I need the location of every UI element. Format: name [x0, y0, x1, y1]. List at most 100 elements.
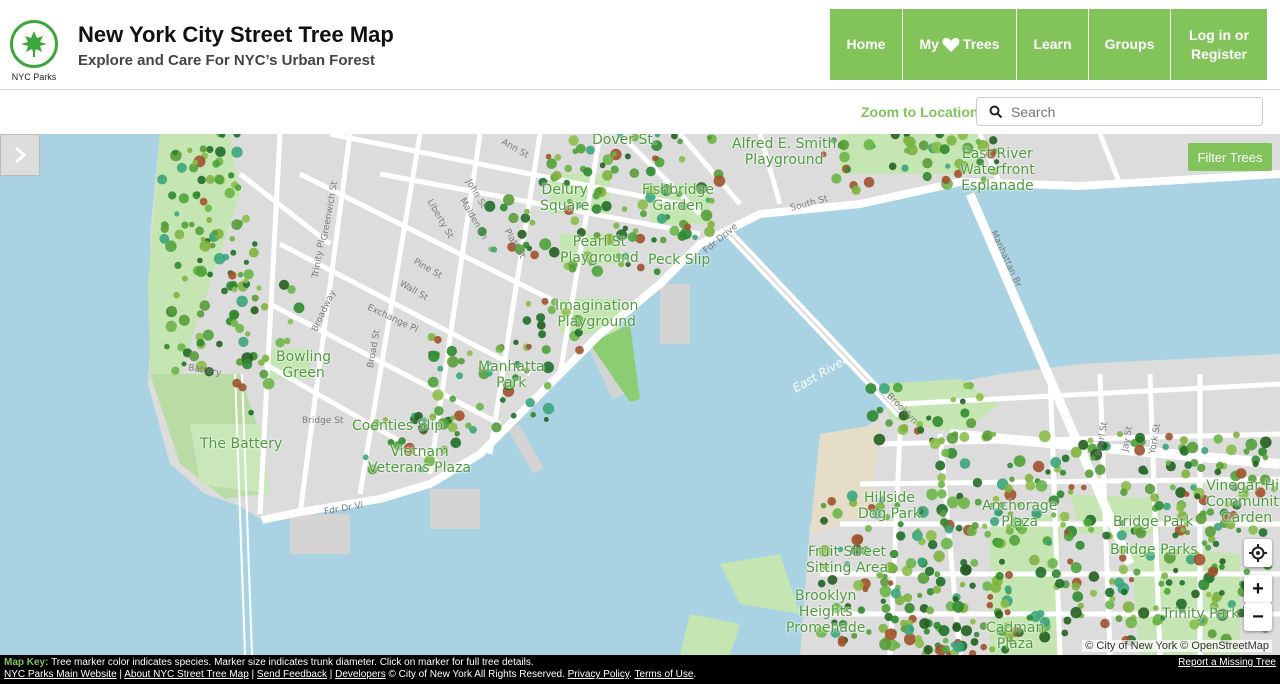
tree-marker[interactable]: [228, 271, 237, 280]
tree-marker[interactable]: [959, 581, 966, 588]
tree-marker[interactable]: [1004, 609, 1011, 616]
tree-marker[interactable]: [1059, 469, 1067, 476]
tree-marker[interactable]: [1163, 587, 1171, 595]
tree-marker[interactable]: [940, 537, 953, 550]
tree-marker[interactable]: [1061, 629, 1069, 637]
tree-marker[interactable]: [1080, 484, 1087, 491]
tree-marker[interactable]: [937, 489, 947, 499]
tree-marker[interactable]: [827, 575, 838, 585]
tree-marker[interactable]: [1212, 540, 1220, 548]
tree-marker[interactable]: [946, 432, 959, 444]
tree-marker[interactable]: [165, 320, 177, 332]
tree-marker[interactable]: [659, 236, 667, 244]
tree-marker[interactable]: [159, 233, 170, 244]
tree-marker[interactable]: [181, 221, 189, 229]
tree-marker[interactable]: [525, 398, 535, 408]
tree-marker[interactable]: [204, 204, 212, 212]
tree-marker[interactable]: [933, 550, 945, 562]
tree-marker[interactable]: [958, 497, 970, 509]
tree-marker[interactable]: [1213, 434, 1223, 444]
nav-learn-button[interactable]: Learn: [1017, 9, 1089, 80]
tree-marker[interactable]: [984, 530, 992, 538]
tree-marker[interactable]: [831, 173, 842, 184]
tree-marker[interactable]: [157, 174, 168, 185]
tree-marker[interactable]: [919, 618, 930, 629]
tree-marker[interactable]: [1262, 454, 1269, 461]
tree-marker[interactable]: [1201, 540, 1208, 546]
tree-marker[interactable]: [995, 571, 1004, 581]
tree-marker[interactable]: [692, 234, 698, 241]
tree-marker[interactable]: [181, 361, 187, 367]
tree-marker[interactable]: [845, 167, 851, 173]
tree-marker[interactable]: [1024, 473, 1034, 483]
tree-marker[interactable]: [651, 237, 657, 243]
tree-marker[interactable]: [1195, 513, 1207, 525]
footer-link-terms[interactable]: Terms of Use: [635, 669, 694, 680]
tree-marker[interactable]: [1114, 577, 1125, 588]
tree-marker[interactable]: [706, 134, 713, 140]
tree-marker[interactable]: [199, 300, 211, 311]
tree-marker[interactable]: [890, 588, 901, 599]
tree-marker[interactable]: [1070, 606, 1082, 619]
tree-marker[interactable]: [1068, 484, 1075, 491]
tree-marker[interactable]: [1258, 528, 1268, 537]
tree-marker[interactable]: [450, 415, 456, 421]
tree-marker[interactable]: [1072, 591, 1084, 602]
tree-marker[interactable]: [952, 622, 961, 630]
tree-marker[interactable]: [1161, 572, 1169, 580]
tree-marker[interactable]: [245, 331, 251, 337]
search-box[interactable]: [976, 97, 1263, 126]
tree-marker[interactable]: [1050, 457, 1062, 468]
tree-marker[interactable]: [881, 604, 891, 613]
tree-marker[interactable]: [543, 417, 549, 422]
tree-marker[interactable]: [1036, 610, 1045, 618]
tree-marker[interactable]: [469, 426, 477, 434]
tree-marker[interactable]: [1035, 480, 1048, 492]
tree-marker[interactable]: [495, 344, 504, 353]
tree-marker[interactable]: [1173, 567, 1179, 574]
tree-marker[interactable]: [230, 319, 239, 328]
tree-marker[interactable]: [959, 398, 966, 405]
tree-marker[interactable]: [928, 540, 938, 550]
tree-marker[interactable]: [1186, 441, 1199, 454]
tree-marker[interactable]: [652, 155, 658, 162]
tree-marker[interactable]: [677, 138, 683, 145]
tree-marker[interactable]: [838, 139, 850, 151]
tree-marker[interactable]: [243, 269, 254, 280]
tree-marker[interactable]: [1211, 595, 1220, 603]
tree-marker[interactable]: [1252, 460, 1259, 468]
tree-marker[interactable]: [941, 175, 951, 185]
tree-marker[interactable]: [197, 257, 203, 264]
tree-marker[interactable]: [890, 615, 899, 624]
tree-marker[interactable]: [851, 185, 861, 195]
tree-marker[interactable]: [212, 160, 221, 168]
tree-marker[interactable]: [503, 194, 515, 206]
tree-marker[interactable]: [1071, 582, 1081, 591]
tree-marker[interactable]: [971, 522, 979, 530]
tree-marker[interactable]: [1007, 462, 1013, 469]
tree-marker[interactable]: [1089, 589, 1098, 597]
tree-marker[interactable]: [1088, 526, 1095, 533]
tree-marker[interactable]: [228, 172, 235, 179]
tree-marker[interactable]: [970, 618, 976, 625]
tree-marker[interactable]: [923, 628, 930, 635]
tree-marker[interactable]: [990, 582, 1002, 593]
tree-marker[interactable]: [174, 229, 185, 240]
tree-marker[interactable]: [918, 140, 929, 151]
tree-marker[interactable]: [199, 197, 208, 206]
footer-link-parks[interactable]: NYC Parks Main Website: [4, 669, 117, 680]
tree-marker[interactable]: [1115, 615, 1123, 623]
tree-marker[interactable]: [900, 424, 909, 432]
tree-marker[interactable]: [656, 213, 668, 224]
tree-marker[interactable]: [1153, 605, 1159, 611]
tree-marker[interactable]: [231, 219, 243, 230]
tree-marker[interactable]: [542, 402, 555, 415]
tree-marker[interactable]: [879, 383, 890, 394]
tree-marker[interactable]: [969, 582, 976, 589]
tree-marker[interactable]: [168, 191, 177, 200]
tree-marker[interactable]: [568, 135, 579, 146]
tree-marker[interactable]: [260, 303, 269, 311]
tree-marker[interactable]: [195, 191, 201, 197]
tree-marker[interactable]: [885, 419, 893, 427]
tree-marker[interactable]: [880, 577, 889, 587]
